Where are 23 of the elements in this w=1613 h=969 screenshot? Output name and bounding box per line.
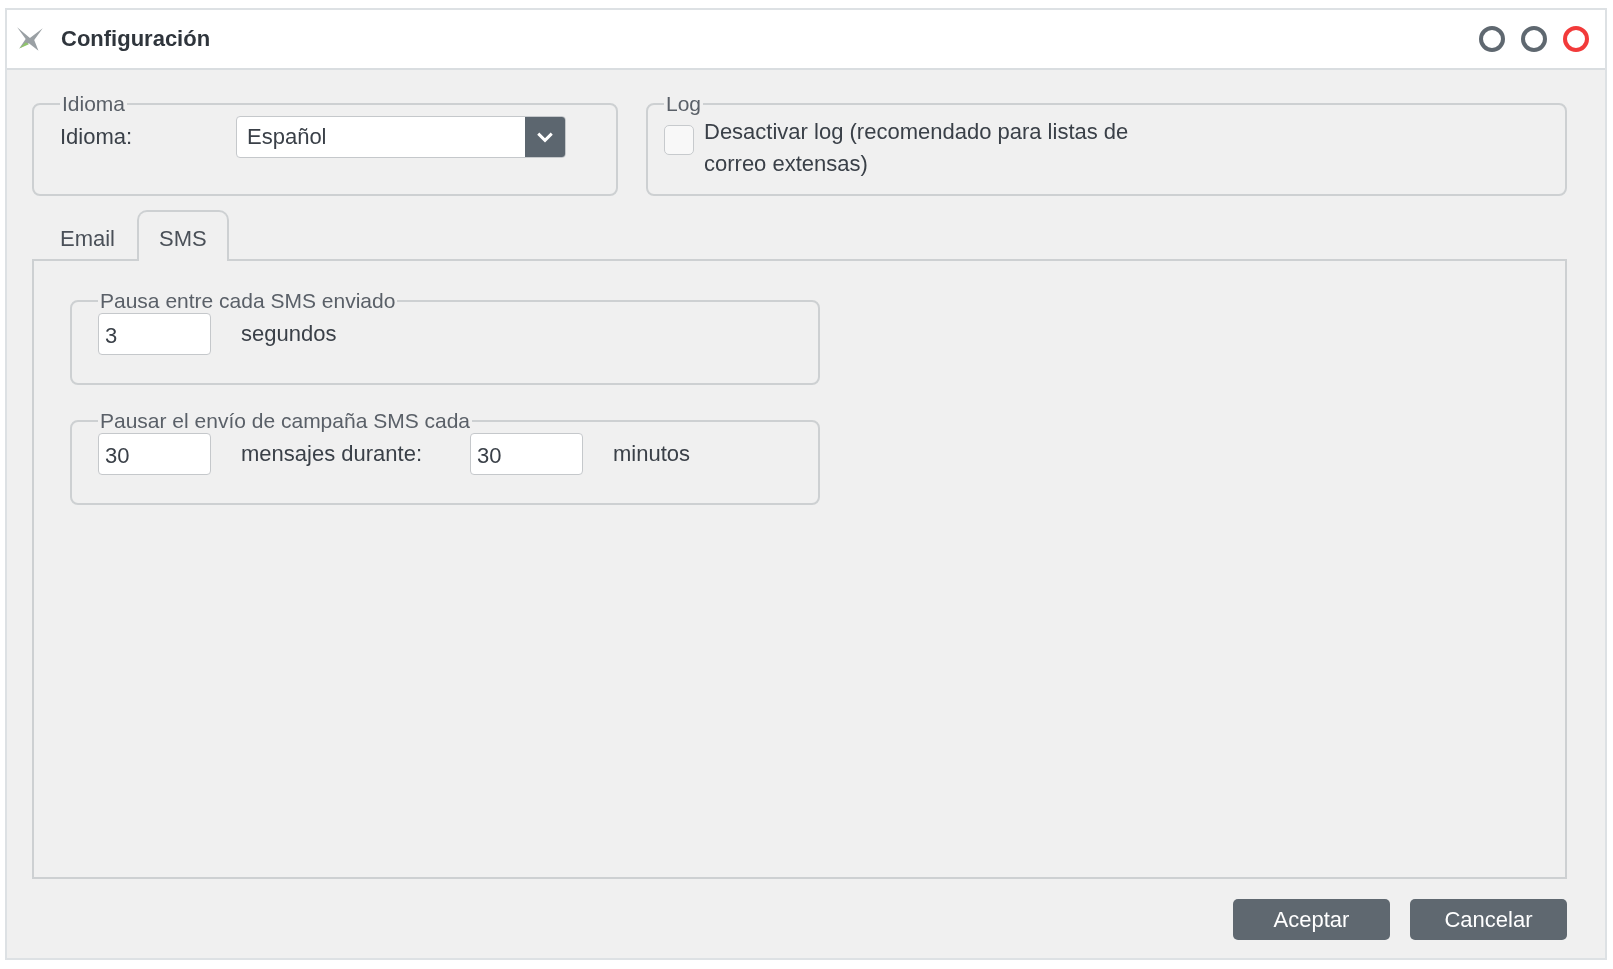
dialog-button[interactable]: Cancelar: [1410, 899, 1567, 940]
input-field[interactable]: 30: [470, 433, 583, 475]
messages-label: mensajes durante:: [241, 441, 422, 467]
input-field[interactable]: 3: [98, 313, 211, 355]
unit-label: segundos: [241, 321, 337, 347]
input-field[interactable]: 30: [98, 433, 211, 475]
group-title: Log: [665, 92, 703, 116]
dropdown-caret-icon[interactable]: [525, 117, 565, 157]
tab[interactable]: SMS: [137, 210, 229, 261]
close-icon[interactable]: [1563, 26, 1589, 52]
tab[interactable]: Email: [38, 210, 137, 261]
group-title: Pausar el envío de campaña SMS cada: [99, 409, 472, 433]
window-title: Configuración: [61, 26, 211, 52]
checkbox-label: Desactivar log (recomendado para listas de correo extensas): [704, 118, 1130, 178]
maximize-icon[interactable]: [1521, 26, 1547, 52]
group-title: Pausa entre cada SMS enviado: [99, 289, 397, 313]
checkbox[interactable]: [664, 125, 694, 155]
minimize-icon[interactable]: [1479, 26, 1505, 52]
language-label: Idioma:: [60, 124, 134, 150]
unit-label: minutos: [613, 441, 691, 467]
language-dropdown[interactable]: Español: [236, 116, 566, 158]
group-title: Idioma: [61, 92, 127, 116]
dialog-button[interactable]: Aceptar: [1233, 899, 1390, 940]
